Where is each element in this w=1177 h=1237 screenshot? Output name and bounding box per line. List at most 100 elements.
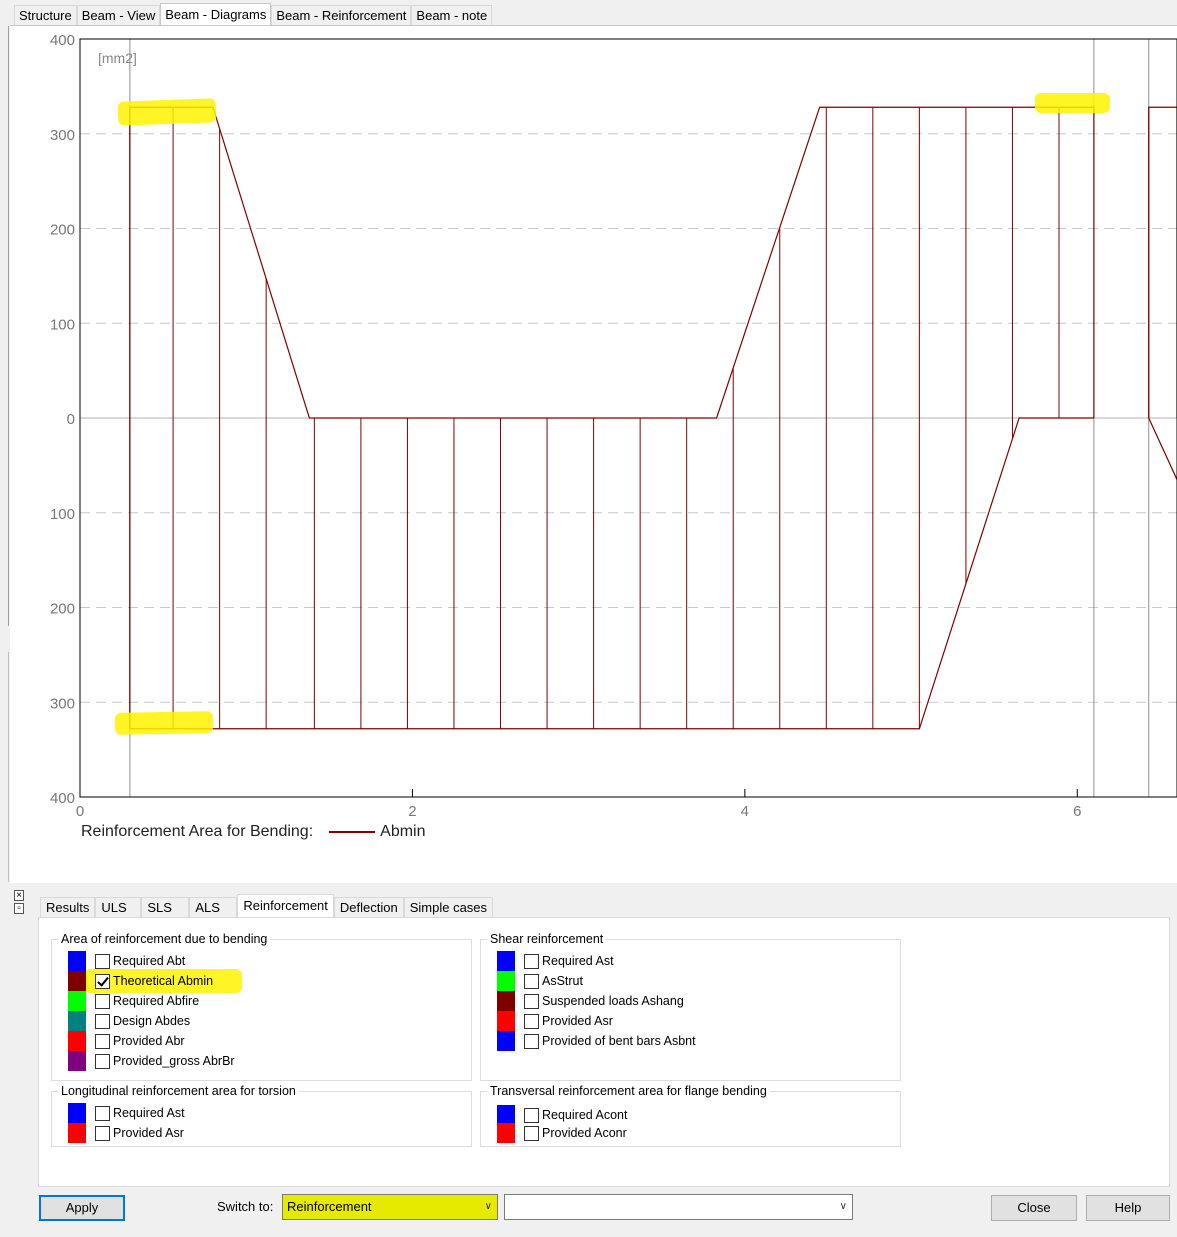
checkbox[interactable] xyxy=(95,1053,110,1069)
switch-to-select[interactable]: Reinforcement ∨ xyxy=(282,1194,498,1220)
reinforcement-chart: 40030020010001002003004000 2 4 6 [mm2] xyxy=(50,32,1177,820)
tab-simple-cases[interactable]: Simple cases xyxy=(403,897,494,918)
envelope-right-span-negative xyxy=(1148,417,1177,480)
highlight-marker xyxy=(1035,93,1110,113)
color-swatch xyxy=(68,1051,86,1071)
restore-icon[interactable]: ▫ xyxy=(14,903,24,914)
checkbox[interactable] xyxy=(95,1013,110,1029)
checkbox[interactable] xyxy=(95,993,110,1009)
close-icon[interactable]: × xyxy=(14,890,24,901)
option-theoretical-abmin[interactable]: Theoretical Abmin xyxy=(68,971,213,991)
option-torsion-provided-asr[interactable]: Provided Asr xyxy=(68,1123,184,1143)
option-label: AsStrut xyxy=(542,974,583,988)
y-tick-label: 200 xyxy=(50,601,75,618)
option-required-ast[interactable]: Required Ast xyxy=(497,951,614,971)
checkbox[interactable] xyxy=(524,1033,539,1049)
y-tick-label: 100 xyxy=(50,506,75,523)
checkbox[interactable] xyxy=(95,973,110,989)
tab-uls[interactable]: ULS xyxy=(95,897,142,918)
option-label: Provided of bent bars Asbnt xyxy=(542,1034,696,1048)
option-bent-bars-asbnt[interactable]: Provided of bent bars Asbnt xyxy=(497,1031,696,1051)
group-shear: Shear reinforcement Required Ast AsStrut… xyxy=(480,932,901,1081)
x-tick-label: 6 xyxy=(1073,803,1081,820)
option-torsion-required-ast[interactable]: Required Ast xyxy=(68,1103,185,1123)
option-provided-aconr[interactable]: Provided Aconr xyxy=(497,1123,627,1143)
color-swatch xyxy=(68,1011,86,1031)
app-window: Structure Beam - View Beam - Diagrams Be… xyxy=(0,0,1177,1237)
option-label: Provided Abr xyxy=(113,1034,185,1048)
y-tick-label: 300 xyxy=(50,695,75,712)
chart-legend: Reinforcement Area for Bending: Abmin xyxy=(81,823,426,841)
color-swatch xyxy=(497,971,515,991)
left-splitter[interactable] xyxy=(0,26,9,626)
color-swatch xyxy=(497,951,515,971)
envelope-right-span xyxy=(1148,106,1177,418)
checkbox[interactable] xyxy=(95,1105,110,1121)
color-swatch xyxy=(68,1103,86,1123)
group-title-torsion: Longitudinal reinforcement area for tors… xyxy=(58,1084,299,1098)
top-tab-bar: Structure Beam - View Beam - Diagrams Be… xyxy=(14,3,493,27)
legend-label-abmin: Abmin xyxy=(380,823,426,840)
group-title-shear: Shear reinforcement xyxy=(487,932,607,946)
reinforcement-tab-body: Area of reinforcement due to bending Req… xyxy=(38,917,1170,1187)
option-provided-abr[interactable]: Provided Abr xyxy=(68,1031,185,1051)
option-design-abdes[interactable]: Design Abdes xyxy=(68,1011,190,1031)
apply-button[interactable]: Apply xyxy=(39,1195,125,1221)
x-tick-label: 2 xyxy=(408,803,416,820)
option-required-abfire[interactable]: Required Abfire xyxy=(68,991,199,1011)
tab-beam-note[interactable]: Beam - note xyxy=(411,5,493,26)
y-tick-label: 0 xyxy=(67,411,75,428)
tab-beam-diagrams[interactable]: Beam - Diagrams xyxy=(160,3,272,27)
close-button[interactable]: Close xyxy=(991,1195,1077,1221)
option-label: Provided_gross AbrBr xyxy=(113,1054,235,1068)
color-swatch xyxy=(68,991,86,1011)
color-swatch xyxy=(68,971,86,991)
option-required-acont[interactable]: Required Acont xyxy=(497,1105,627,1125)
checkbox[interactable] xyxy=(524,973,539,989)
tab-reinforcement[interactable]: Reinforcement xyxy=(237,894,334,918)
checkbox[interactable] xyxy=(524,1125,539,1141)
tab-deflection[interactable]: Deflection xyxy=(333,897,404,918)
y-tick-label: 400 xyxy=(50,32,75,49)
option-provided-gross-abrbr[interactable]: Provided_gross AbrBr xyxy=(68,1051,235,1071)
secondary-select[interactable]: ∨ xyxy=(504,1194,853,1220)
option-label: Required Abt xyxy=(113,954,186,968)
tab-structure[interactable]: Structure xyxy=(14,5,77,26)
option-asstrut[interactable]: AsStrut xyxy=(497,971,583,991)
switch-to-value: Reinforcement xyxy=(287,1199,372,1214)
envelope-negative xyxy=(129,417,1094,730)
option-label: Suspended loads Ashang xyxy=(542,994,684,1008)
help-button[interactable]: Help xyxy=(1086,1195,1170,1221)
left-splitter-lower xyxy=(0,652,9,882)
tab-beam-reinforcement[interactable]: Beam - Reinforcement xyxy=(271,5,412,26)
group-title-bending: Area of reinforcement due to bending xyxy=(58,932,271,946)
checkbox[interactable] xyxy=(95,1033,110,1049)
y-tick-label: 100 xyxy=(50,316,75,333)
legend-swatch-abmin xyxy=(329,831,376,833)
highlight-marker xyxy=(114,711,214,735)
checkbox[interactable] xyxy=(524,1013,539,1029)
option-required-abt[interactable]: Required Abt xyxy=(68,951,185,971)
color-swatch xyxy=(497,1105,515,1125)
checkbox[interactable] xyxy=(524,1107,539,1123)
chevron-down-icon: ∨ xyxy=(484,1201,492,1212)
option-label: Design Abdes xyxy=(113,1014,191,1028)
checkbox[interactable] xyxy=(524,993,539,1009)
checkbox[interactable] xyxy=(95,1125,110,1141)
checkbox[interactable] xyxy=(95,953,110,969)
tab-beam-view[interactable]: Beam - View xyxy=(76,5,161,26)
group-title-flange: Transversal reinforcement area for flang… xyxy=(487,1084,770,1098)
option-label: Provided Asr xyxy=(542,1014,613,1028)
option-suspended-ashang[interactable]: Suspended loads Ashang xyxy=(497,991,684,1011)
tab-als[interactable]: ALS xyxy=(189,897,238,918)
tab-sls[interactable]: SLS xyxy=(141,897,190,918)
checkbox[interactable] xyxy=(524,953,539,969)
option-provided-asr[interactable]: Provided Asr xyxy=(497,1011,613,1031)
diagram-panel: 400 300 200 100 0 100 200 300 400 0 2 4 6 [mm2] Rein… xyxy=(10,25,1177,883)
highlight-marker xyxy=(117,98,217,126)
tab-results[interactable]: Results xyxy=(40,897,96,918)
color-swatch xyxy=(497,1031,515,1051)
color-swatch xyxy=(68,1031,86,1051)
color-swatch xyxy=(497,1011,515,1031)
color-swatch xyxy=(497,991,515,1011)
